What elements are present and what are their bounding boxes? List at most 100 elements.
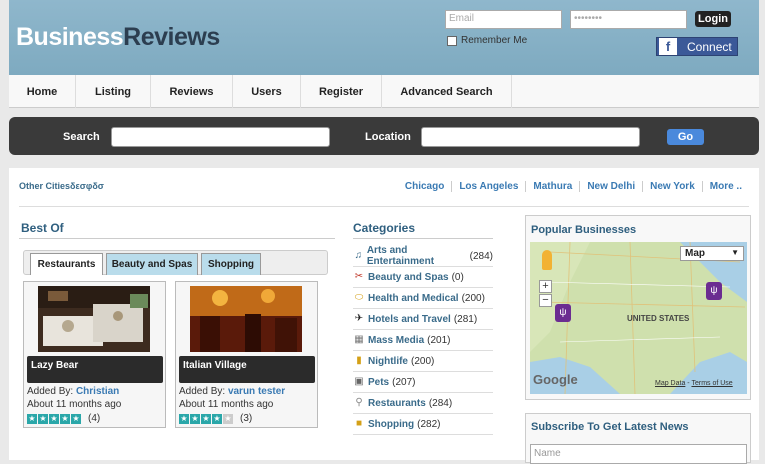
category-count: (0) bbox=[451, 271, 464, 283]
nav-advanced-search[interactable]: Advanced Search bbox=[382, 75, 512, 108]
site-header: BusinessReviews Email •••••••• Login Rem… bbox=[9, 0, 759, 75]
category-item[interactable]: ♫ Arts and Entertainment (284) bbox=[353, 245, 493, 267]
business-card[interactable]: Lazy Bear Added By: Christian About 11 m… bbox=[23, 281, 166, 428]
category-item[interactable]: ✈ Hotels and Travel (281) bbox=[353, 309, 493, 330]
category-label[interactable]: Arts and Entertainment bbox=[367, 245, 467, 267]
city-link-new-delhi[interactable]: New Delhi bbox=[580, 181, 644, 192]
zoom-in-button[interactable]: + bbox=[539, 280, 552, 293]
star-icon: ★ bbox=[38, 413, 48, 424]
subscribe-name-input[interactable]: Name bbox=[530, 444, 747, 464]
login-email-input[interactable]: Email bbox=[445, 10, 562, 29]
review-count: (4) bbox=[88, 413, 101, 424]
category-label[interactable]: Mass Media bbox=[368, 335, 424, 346]
search-input[interactable] bbox=[111, 127, 330, 147]
pill-icon: ⬭ bbox=[354, 292, 364, 303]
tab-beauty-and-spas[interactable]: Beauty and Spas bbox=[106, 253, 198, 275]
category-label[interactable]: Health and Medical bbox=[368, 293, 459, 304]
music-note-icon: ♫ bbox=[354, 250, 363, 261]
login-password-input[interactable]: •••••••• bbox=[570, 10, 687, 29]
added-by-user[interactable]: varun tester bbox=[228, 386, 285, 397]
category-item[interactable]: ■ Shopping (282) bbox=[353, 414, 493, 435]
map-type-select[interactable]: Map ▼ bbox=[680, 246, 744, 261]
category-label[interactable]: Hotels and Travel bbox=[368, 314, 451, 325]
added-time: About 11 months ago bbox=[179, 399, 274, 410]
business-photo[interactable] bbox=[38, 286, 150, 352]
business-photo[interactable] bbox=[190, 286, 302, 352]
nav-reviews[interactable]: Reviews bbox=[151, 75, 233, 108]
star-icon: ★ bbox=[201, 413, 211, 424]
nav-listing[interactable]: Listing bbox=[76, 75, 151, 108]
star-icon: ★ bbox=[179, 413, 189, 424]
nav-users[interactable]: Users bbox=[233, 75, 301, 108]
facebook-icon: f bbox=[659, 38, 677, 55]
fork-icon: ⚲ bbox=[355, 397, 363, 408]
best-of-tabs: Restaurants Beauty and Spas Shopping bbox=[23, 250, 328, 275]
star-icon: ★ bbox=[212, 413, 222, 424]
star-icon: ★ bbox=[190, 413, 200, 424]
category-item[interactable]: ▣ Pets (207) bbox=[353, 372, 493, 393]
category-count: (284) bbox=[469, 250, 493, 262]
city-link-chicago[interactable]: Chicago bbox=[398, 181, 453, 192]
logo-part-reviews: Reviews bbox=[123, 23, 220, 51]
rating-stars: ★ ★ ★ ★ ★ (3) bbox=[179, 413, 252, 424]
map-country-label: UNITED STATES bbox=[627, 314, 690, 323]
location-input[interactable] bbox=[421, 127, 640, 147]
category-label[interactable]: Pets bbox=[368, 377, 389, 388]
main-nav: Home Listing Reviews Users Register Adva… bbox=[9, 75, 759, 108]
added-by: Added By: Christian bbox=[27, 386, 119, 397]
star-icon: ★ bbox=[49, 413, 59, 424]
categories-underline bbox=[353, 238, 493, 239]
map-pin-east[interactable]: ψ bbox=[706, 282, 722, 300]
drink-icon: ▮ bbox=[356, 355, 362, 366]
category-label[interactable]: Restaurants bbox=[368, 398, 426, 409]
remember-me[interactable]: Remember Me bbox=[447, 35, 527, 46]
pegman-icon[interactable] bbox=[542, 250, 552, 270]
subscribe-panel: Subscribe To Get Latest News Name bbox=[525, 413, 751, 464]
category-item[interactable]: ✂ Beauty and Spas (0) bbox=[353, 267, 493, 288]
search-bar: Search Location Go bbox=[9, 117, 759, 155]
map-data-link[interactable]: Map Data bbox=[655, 380, 685, 387]
business-map[interactable]: + − Map ▼ UNITED STATES ψ ψ Google Map Da… bbox=[530, 242, 747, 394]
category-item[interactable]: ⬭ Health and Medical (200) bbox=[353, 288, 493, 309]
category-label[interactable]: Nightlife bbox=[368, 356, 408, 367]
category-item[interactable]: ▦ Mass Media (201) bbox=[353, 330, 493, 351]
category-count: (200) bbox=[461, 292, 485, 304]
go-button[interactable]: Go bbox=[667, 129, 704, 145]
tab-restaurants[interactable]: Restaurants bbox=[30, 253, 103, 275]
category-label[interactable]: Shopping bbox=[368, 419, 414, 430]
business-name[interactable]: Lazy Bear bbox=[27, 356, 163, 383]
city-link-los-angeles[interactable]: Los Angeles bbox=[452, 181, 527, 192]
added-by-user[interactable]: Christian bbox=[76, 386, 119, 397]
nav-home[interactable]: Home bbox=[9, 75, 76, 108]
facebook-connect-button[interactable]: f Connect bbox=[656, 37, 738, 56]
best-of-title: Best Of bbox=[21, 221, 64, 235]
city-link-new-york[interactable]: New York bbox=[643, 181, 703, 192]
popular-businesses-panel: Popular Businesses + − Map ▼ UNITED STATE… bbox=[525, 215, 751, 400]
login-button[interactable]: Login bbox=[695, 11, 731, 27]
popular-businesses-title: Popular Businesses bbox=[531, 224, 637, 236]
review-count: (3) bbox=[240, 413, 253, 424]
category-list: ♫ Arts and Entertainment (284) ✂ Beauty and… bbox=[353, 245, 493, 435]
business-card[interactable]: Italian Village Added By: varun tester A… bbox=[175, 281, 318, 428]
star-icon: ★ bbox=[27, 413, 37, 424]
shopping-bag-icon: ■ bbox=[355, 418, 363, 429]
category-label[interactable]: Beauty and Spas bbox=[368, 272, 449, 283]
media-icon: ▦ bbox=[354, 334, 364, 345]
site-logo[interactable]: BusinessReviews bbox=[16, 23, 220, 52]
category-item[interactable]: ⚲ Restaurants (284) bbox=[353, 393, 493, 414]
business-name[interactable]: Italian Village bbox=[179, 356, 315, 383]
tab-shopping[interactable]: Shopping bbox=[201, 253, 261, 275]
category-item[interactable]: ▮ Nightlife (200) bbox=[353, 351, 493, 372]
city-link-more[interactable]: More .. bbox=[703, 181, 749, 192]
category-count: (284) bbox=[428, 397, 453, 409]
zoom-out-button[interactable]: − bbox=[539, 294, 552, 307]
remember-me-checkbox[interactable] bbox=[447, 35, 457, 46]
categories-title: Categories bbox=[353, 221, 416, 235]
map-pin-west[interactable]: ψ bbox=[555, 304, 571, 322]
search-label: Search bbox=[63, 131, 100, 143]
terms-of-use-link[interactable]: Terms of Use bbox=[691, 380, 732, 387]
facebook-connect-label: Connect bbox=[687, 39, 732, 54]
city-link-mathura[interactable]: Mathura bbox=[526, 181, 581, 192]
map-type-label: Map bbox=[685, 248, 705, 259]
nav-register[interactable]: Register bbox=[301, 75, 382, 108]
